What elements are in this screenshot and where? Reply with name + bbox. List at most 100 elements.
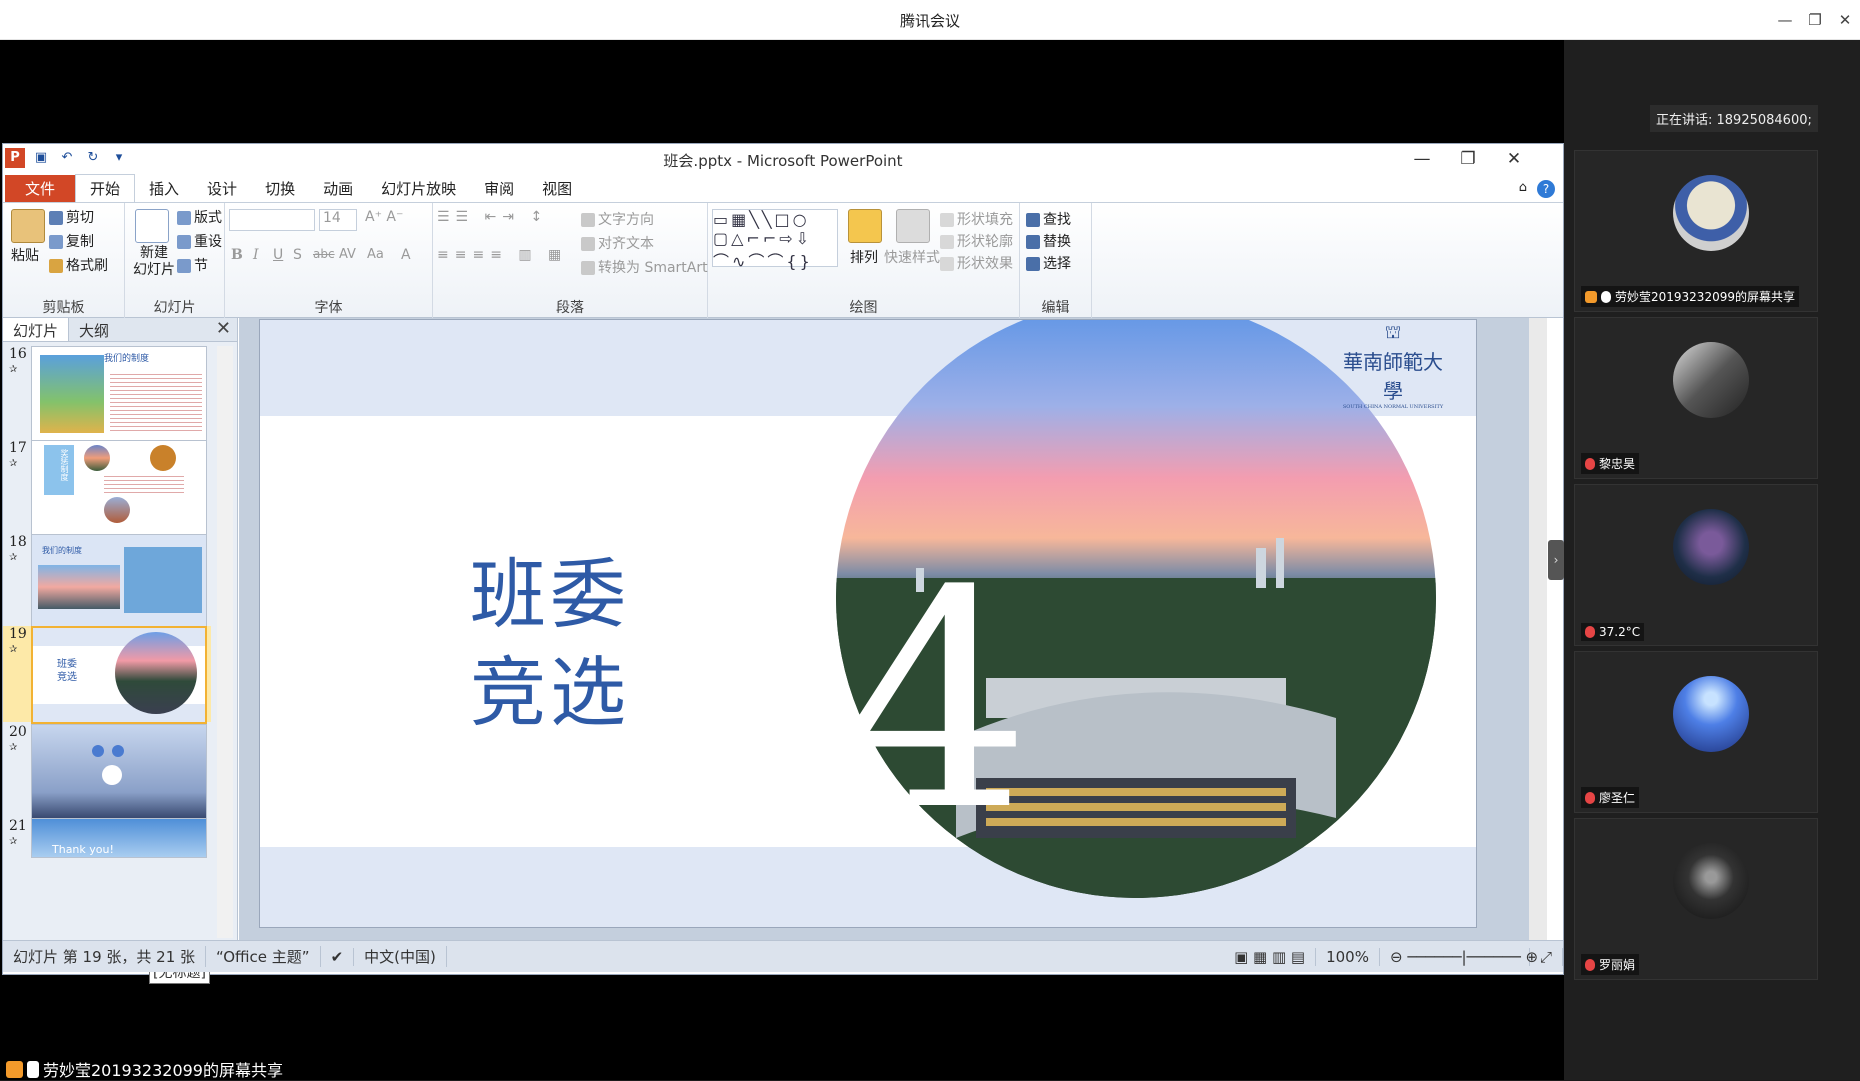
shape-fill-button[interactable]: 形状填充 xyxy=(940,209,1013,229)
close-button[interactable]: ✕ xyxy=(1832,8,1858,32)
editing-group-label: 编辑 xyxy=(1041,300,1070,316)
participant-name-text: 廖圣仁 xyxy=(1599,791,1636,805)
participant-tile[interactable]: 罗丽娟 xyxy=(1574,818,1818,980)
font-name-select[interactable] xyxy=(229,209,315,231)
slide-thumbnail-18[interactable]: 18 ✰ 我们的制度 xyxy=(3,534,211,632)
mic-muted-icon xyxy=(1585,626,1595,638)
slide-thumbnail-16[interactable]: 16 ✰ 我们的制度 xyxy=(3,346,211,444)
participant-tile[interactable]: 黎忠昊 xyxy=(1574,317,1818,479)
char-spacing-button[interactable]: AV xyxy=(339,247,356,262)
font-size-select[interactable]: 14 xyxy=(319,209,357,231)
cut-button[interactable]: 剪切 xyxy=(49,207,94,227)
layout-button[interactable]: 版式 xyxy=(177,207,222,227)
collapse-panel-icon[interactable]: › xyxy=(1548,540,1564,580)
ppt-minimize-button[interactable]: — xyxy=(1399,146,1445,172)
animation-icon: ✰ xyxy=(9,742,18,753)
arrange-button[interactable]: 排列 xyxy=(850,247,878,267)
mic-muted-icon xyxy=(1585,791,1595,804)
list-buttons-icon[interactable]: ☰☰ ⇤⇥ ↕ xyxy=(437,209,548,225)
font-color-button[interactable]: A xyxy=(401,247,411,263)
minimize-button[interactable]: — xyxy=(1772,8,1798,32)
zoom-level[interactable]: 100% xyxy=(1316,947,1380,966)
format-painter-button[interactable]: 格式刷 xyxy=(49,255,108,275)
quick-styles-icon[interactable] xyxy=(896,209,930,243)
ppt-titlebar: P ▣ ↶ ↻ ▾ 班会.pptx - Microsoft PowerPoint… xyxy=(3,144,1563,174)
zoom-slider[interactable]: ⊖ ──────|────── ⊕ xyxy=(1380,947,1538,966)
paste-button[interactable]: 粘贴 xyxy=(11,245,39,265)
share-label: 劳妙莹20193232099的屏幕共享 xyxy=(6,1057,283,1081)
replace-button[interactable]: 替换 xyxy=(1026,231,1071,251)
tab-file[interactable]: 文件 xyxy=(5,175,76,202)
avatar xyxy=(1673,843,1749,919)
ppt-restore-button[interactable]: ❐ xyxy=(1445,146,1491,172)
restore-button[interactable]: ❐ xyxy=(1802,8,1828,32)
shapes-gallery[interactable]: ▭▦╲╲□○ ▢△⌐⌐⇨⇩ ⌒∿⌒⌒{} xyxy=(712,209,838,271)
arrange-icon[interactable] xyxy=(848,209,882,243)
select-button[interactable]: 选择 xyxy=(1026,253,1071,273)
align-buttons-icon[interactable]: ≡≡≡≡ ▥ ▦ xyxy=(437,247,567,263)
pane-scrollbar[interactable] xyxy=(217,346,233,938)
change-case-button[interactable]: Aa xyxy=(367,247,384,262)
thumbnail-preview: 班委 竞选 xyxy=(31,626,207,724)
ppt-close-button[interactable]: ✕ xyxy=(1491,146,1537,172)
thumbnail-heading: 我们的制度 xyxy=(104,354,150,364)
slide-thumbnail-19[interactable]: 19 ✰ 班委 竞选 xyxy=(3,626,211,724)
tab-slides[interactable]: 幻灯片 xyxy=(3,318,70,341)
align-text-button[interactable]: 对齐文本 xyxy=(581,233,654,253)
tab-review[interactable]: 审阅 xyxy=(470,175,528,202)
section-button[interactable]: 节 xyxy=(177,255,208,275)
tab-insert[interactable]: 插入 xyxy=(135,175,193,202)
tab-animations[interactable]: 动画 xyxy=(309,175,367,202)
new-slide-button[interactable]: 新建 幻灯片 xyxy=(129,245,179,279)
fit-slide-icon[interactable]: ⤢ xyxy=(1530,947,1563,966)
bold-button[interactable]: B xyxy=(231,247,243,263)
font-group: 14 A⁺ A⁻ B I U S abc AV Aa A 字体 xyxy=(225,203,433,319)
current-slide[interactable]: 4 班委 竞选 ⛫ 華南師範大學 SOUTH CHINA NORMAL UNIV… xyxy=(259,319,1477,928)
speaking-indicator: 正在讲话: 18925084600; xyxy=(1650,105,1818,132)
close-pane-icon[interactable]: ✕ xyxy=(216,318,231,339)
participant-name: 黎忠昊 xyxy=(1581,453,1640,474)
tab-slideshow[interactable]: 幻灯片放映 xyxy=(367,175,470,202)
slide-thumbnail-21[interactable]: 21 ✰ Thank you! xyxy=(3,818,211,908)
shadow-button[interactable]: S xyxy=(293,247,302,263)
tab-design[interactable]: 设计 xyxy=(193,175,251,202)
tab-view[interactable]: 视图 xyxy=(528,175,586,202)
view-buttons[interactable]: ▣ ▦ ▥ ▤ xyxy=(1224,947,1317,966)
tab-home[interactable]: 开始 xyxy=(75,174,136,202)
thumbnail-number: 16 xyxy=(9,346,27,362)
slide-scrollbar[interactable] xyxy=(1529,318,1547,940)
replace-label: 替换 xyxy=(1043,234,1071,250)
strikethrough-button[interactable]: abc xyxy=(313,247,335,261)
paste-icon[interactable] xyxy=(11,209,45,243)
find-button[interactable]: 查找 xyxy=(1026,209,1071,229)
slide-title[interactable]: 班委 竞选 xyxy=(470,546,630,742)
copy-button[interactable]: 复制 xyxy=(49,231,94,251)
help-icon[interactable]: ? xyxy=(1537,180,1555,198)
section-label: 节 xyxy=(194,258,208,274)
tab-transitions[interactable]: 切换 xyxy=(251,175,309,202)
shape-effects-button[interactable]: 形状效果 xyxy=(940,253,1013,273)
italic-button[interactable]: I xyxy=(253,247,259,263)
scissors-icon xyxy=(49,211,63,225)
new-slide-icon[interactable] xyxy=(135,209,169,243)
participant-name: 劳妙莹20193232099的屏幕共享 xyxy=(1581,286,1799,307)
spell-check-icon[interactable]: ✔ xyxy=(321,947,355,966)
grow-font-icon[interactable]: A⁺ A⁻ xyxy=(365,209,403,225)
reset-button[interactable]: 重设 xyxy=(177,231,222,251)
ppt-window-title: 班会.pptx - Microsoft PowerPoint xyxy=(663,152,903,170)
text-direction-button[interactable]: 文字方向 xyxy=(581,209,654,229)
clipboard-group-label: 剪贴板 xyxy=(42,300,85,316)
shape-outline-button[interactable]: 形状轮廓 xyxy=(940,231,1013,251)
language-status[interactable]: 中文(中国) xyxy=(354,946,447,967)
participant-tile[interactable]: 37.2°C xyxy=(1574,484,1818,646)
quick-styles-button[interactable]: 快速样式 xyxy=(884,247,940,267)
slide-thumbnail-20[interactable]: 20 ✰ xyxy=(3,724,211,822)
tab-outline[interactable]: 大纲 xyxy=(69,318,119,341)
underline-button[interactable]: U xyxy=(273,247,283,263)
smartart-button[interactable]: 转换为 SmartArt xyxy=(581,257,708,277)
minimize-ribbon-icon[interactable]: ⌂ xyxy=(1519,180,1527,198)
logo-emblem-icon: ⛫ xyxy=(1384,322,1402,343)
participant-tile[interactable]: 劳妙莹20193232099的屏幕共享 xyxy=(1574,150,1818,312)
participant-tile[interactable]: 廖圣仁 xyxy=(1574,651,1818,813)
slide-thumbnail-17[interactable]: 17 ✰ 奖惩制度 xyxy=(3,440,211,538)
